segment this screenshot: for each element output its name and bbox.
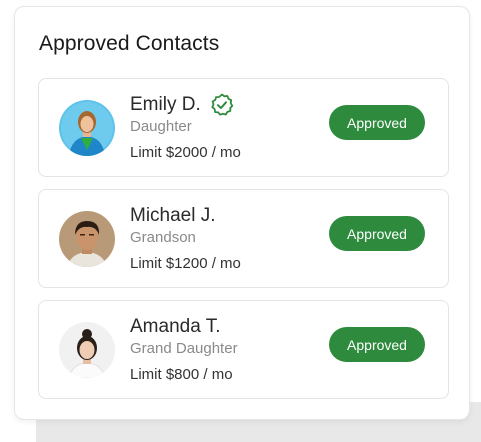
approved-badge[interactable]: Approved: [329, 105, 425, 140]
contact-name: Amanda T.: [130, 316, 221, 337]
approved-badge[interactable]: Approved: [329, 327, 425, 362]
approved-contacts-panel: Approved Contacts Emily D. Daughter Limi…: [14, 6, 470, 420]
verified-check-icon: [210, 93, 234, 117]
contact-card-emily[interactable]: Emily D. Daughter Limit $2000 / mo Appro…: [38, 78, 449, 177]
avatar-icon: [59, 100, 115, 156]
contact-name: Emily D.: [130, 94, 201, 115]
contact-relation: Daughter: [130, 118, 192, 135]
avatar-icon: [59, 322, 115, 378]
contact-limit: Limit $1200 / mo: [130, 255, 241, 272]
panel-title: Approved Contacts: [39, 32, 220, 55]
contact-card-michael[interactable]: Michael J. Grandson Limit $1200 / mo App…: [38, 189, 449, 288]
contact-name: Michael J.: [130, 205, 216, 226]
approved-badge[interactable]: Approved: [329, 216, 425, 251]
contact-card-amanda[interactable]: Amanda T. Grand Daughter Limit $800 / mo…: [38, 300, 449, 399]
contact-relation: Grandson: [130, 229, 196, 246]
contact-relation: Grand Daughter: [130, 340, 238, 357]
contact-limit: Limit $800 / mo: [130, 366, 233, 383]
avatar-icon: [59, 211, 115, 267]
contact-limit: Limit $2000 / mo: [130, 144, 241, 161]
